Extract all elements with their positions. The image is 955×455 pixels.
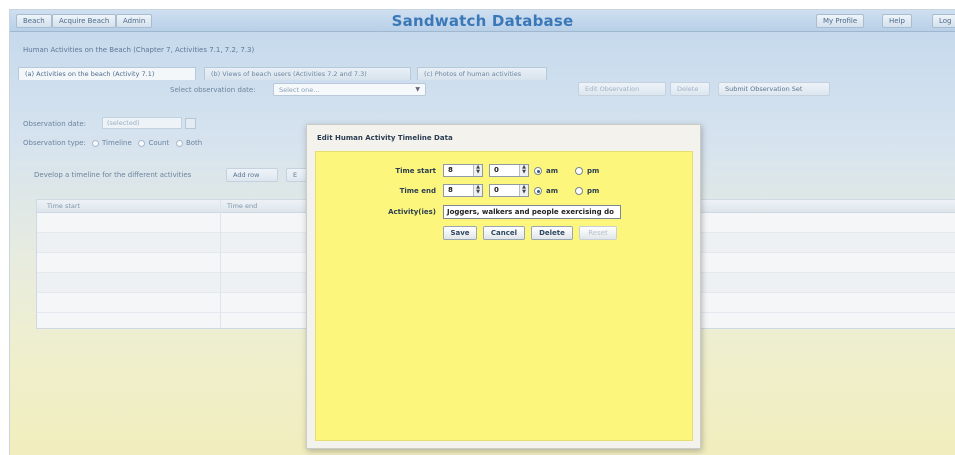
column-time-end[interactable]: Time end	[227, 202, 257, 210]
observation-type-label: Observation type:	[23, 139, 86, 147]
time-start-hour-stepper[interactable]: 8 ▲ ▼	[443, 164, 483, 177]
time-end-hour-value: 8	[448, 186, 453, 194]
time-end-pm-label: pm	[587, 187, 600, 195]
time-start-am-radio[interactable]	[534, 167, 542, 175]
timeline-radio[interactable]	[92, 139, 99, 147]
time-start-am-label: am	[546, 167, 559, 175]
spinner-arrows-icon[interactable]: ▲ ▼	[519, 165, 528, 176]
tab-views-of-beach-users[interactable]: (b) Views of beach users (Activities 7.2…	[204, 67, 411, 80]
edit-observation-button[interactable]: Edit Observation	[578, 82, 666, 96]
chevron-down-icon: ▼	[415, 86, 420, 93]
tab-photos-human-activities[interactable]: (c) Photos of human activities	[417, 67, 547, 80]
column-time-start[interactable]: Time start	[47, 202, 80, 210]
count-radio[interactable]	[138, 139, 146, 147]
observation-date-select[interactable]: Select one... ▼	[273, 83, 426, 96]
time-end-label: Time end	[399, 187, 436, 195]
app-title: Sandwatch Database	[391, 12, 574, 30]
observation-date-field[interactable]: (selected)	[102, 117, 182, 129]
dialog-title[interactable]: Edit Human Activity Timeline Data	[307, 125, 700, 147]
spinner-arrows-icon[interactable]: ▲ ▼	[473, 165, 482, 176]
activity-label: Activity(ies)	[388, 208, 436, 216]
breadcrumb: Human Activities on the Beach (Chapter 7…	[23, 46, 255, 54]
time-end-am-label: am	[546, 187, 559, 195]
calendar-icon[interactable]	[185, 118, 196, 129]
top-bar: Beach Acquire Beach Admin Sandwatch Data…	[10, 10, 955, 32]
spinner-arrows-icon[interactable]: ▲ ▼	[473, 185, 482, 196]
save-button[interactable]: Save	[443, 226, 477, 240]
cancel-button[interactable]: Cancel	[483, 226, 525, 240]
both-radio-label: Both	[185, 139, 203, 147]
observation-date-label: Observation date:	[23, 120, 86, 128]
time-start-pm-label: pm	[587, 167, 600, 175]
time-start-minute-stepper[interactable]: 0 ▲ ▼	[489, 164, 529, 177]
help-button[interactable]: Help	[882, 14, 912, 28]
time-end-am-radio[interactable]	[534, 187, 542, 195]
tab-activities-on-beach[interactable]: (a) Activities on the beach (Activity 7.…	[18, 67, 196, 80]
delete-observation-button[interactable]: Delete	[670, 82, 710, 96]
time-end-hour-stepper[interactable]: 8 ▲ ▼	[443, 184, 483, 197]
delete-button[interactable]: Delete	[531, 226, 573, 240]
time-end-pm-radio[interactable]	[575, 187, 583, 195]
edit-timeline-dialog: Edit Human Activity Timeline Data Time s…	[306, 124, 701, 449]
count-radio-label: Count	[148, 139, 170, 147]
submit-observation-set-button[interactable]: Submit Observation Set	[718, 82, 830, 96]
observation-type-options: Timeline Count Both	[92, 139, 202, 147]
time-start-label: Time start	[395, 167, 436, 175]
timeline-radio-label: Timeline	[102, 139, 132, 147]
select-observation-label: Select observation date:	[170, 86, 256, 94]
observation-select-value: Select one...	[279, 86, 320, 94]
column-divider	[220, 200, 221, 328]
app-window: Beach Acquire Beach Admin Sandwatch Data…	[9, 9, 955, 455]
activity-input[interactable]: Joggers, walkers and people exercising d…	[443, 205, 621, 219]
timeline-section-label: Develop a timeline for the different act…	[34, 171, 192, 179]
my-profile-button[interactable]: My Profile	[816, 14, 865, 28]
time-end-minute-stepper[interactable]: 0 ▲ ▼	[489, 184, 529, 197]
spinner-arrows-icon[interactable]: ▲ ▼	[519, 185, 528, 196]
add-row-button[interactable]: Add row	[226, 168, 278, 182]
dialog-body: Time start 8 ▲ ▼ 0 ▲ ▼ am pm Time end 8 ▲ ▼…	[315, 151, 693, 441]
reset-button[interactable]: Reset	[579, 226, 617, 240]
time-end-minute-value: 0	[494, 186, 499, 194]
time-start-pm-radio[interactable]	[575, 167, 583, 175]
time-start-minute-value: 0	[494, 166, 499, 174]
logout-button[interactable]: Log	[932, 14, 955, 28]
time-start-hour-value: 8	[448, 166, 453, 174]
both-radio[interactable]	[175, 139, 183, 147]
